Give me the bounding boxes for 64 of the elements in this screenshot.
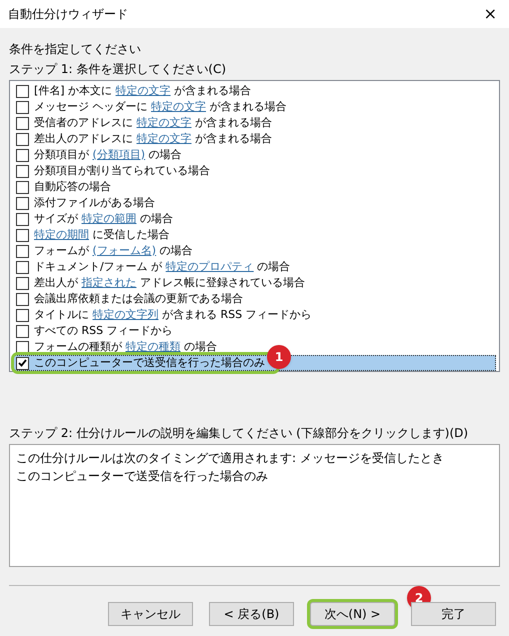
condition-text[interactable]: このコンピューターで送受信を行った場合のみ <box>34 354 265 372</box>
condition-row[interactable]: サイズが 特定の範囲 の場合 <box>13 211 496 227</box>
condition-text[interactable]: 差出人のアドレスに 特定の文字 が含まれる場合 <box>34 130 272 148</box>
condition-text[interactable]: 添付ファイルがある場合 <box>34 194 155 212</box>
condition-text[interactable]: [件名] か本文に 特定の文字 が含まれる場合 <box>34 82 252 100</box>
condition-row[interactable]: 受信者のアドレスに 特定の文字 が含まれる場合 <box>13 115 496 131</box>
checkbox[interactable] <box>16 100 29 114</box>
check-icon <box>18 359 27 367</box>
condition-row[interactable]: 自動応答の場合 <box>13 179 496 195</box>
condition-text[interactable]: 分類項目が (分類項目) の場合 <box>34 146 182 164</box>
condition-row[interactable]: タイトルに 特定の文字列 が含まれる RSS フィードから <box>13 307 496 323</box>
condition-row[interactable]: すべての RSS フィードから <box>13 323 496 339</box>
heading: 条件を指定してください <box>9 41 142 58</box>
condition-text[interactable]: フォームの種類が 特定の種類 の場合 <box>34 338 217 356</box>
condition-text[interactable]: 自動応答の場合 <box>34 178 111 196</box>
checkbox[interactable] <box>16 196 29 210</box>
condition-row[interactable]: 分類項目が割り当てられている場合 <box>13 163 496 179</box>
dialog-button[interactable]: < 戻る(B) <box>209 602 294 626</box>
description-line: このコンピューターで送受信を行った場合のみ <box>16 468 269 485</box>
checkbox[interactable] <box>16 132 29 146</box>
checkbox[interactable] <box>16 324 29 338</box>
condition-text[interactable]: タイトルに 特定の文字列 が含まれる RSS フィードから <box>34 306 312 324</box>
condition-row[interactable]: メッセージ ヘッダーに 特定の文字 が含まれる場合 <box>13 99 496 115</box>
condition-row[interactable]: 特定の期間 に受信した場合 <box>13 227 496 243</box>
checkbox[interactable] <box>16 292 29 306</box>
condition-row[interactable]: フォームが (フォーム名) の場合 <box>13 243 496 259</box>
dialog-button[interactable]: キャンセル <box>108 602 193 626</box>
condition-row[interactable]: ドキュメント/フォーム が 特定のプロパティ の場合 <box>13 259 496 275</box>
condition-row[interactable]: 差出人のアドレスに 特定の文字 が含まれる場合 <box>13 131 496 147</box>
step-label: ステップ 2: 仕分けルールの説明を編集してください (下線部分をクリックします)(D) <box>9 425 470 442</box>
dialog-button[interactable]: 完了 <box>411 602 496 626</box>
checkbox[interactable] <box>16 148 29 162</box>
condition-text[interactable]: メッセージ ヘッダーに 特定の文字 が含まれる場合 <box>34 98 286 116</box>
checkbox[interactable] <box>16 340 29 354</box>
condition-text[interactable]: サイズが 特定の範囲 の場合 <box>34 210 173 228</box>
condition-text[interactable]: 特定の期間 に受信した場合 <box>34 226 170 244</box>
condition-row[interactable]: 添付ファイルがある場合 <box>13 195 496 211</box>
dialog-button[interactable]: 次へ(N) > <box>310 602 395 626</box>
checkbox[interactable] <box>16 276 29 290</box>
condition-row[interactable]: [件名] か本文に 特定の文字 が含まれる場合 <box>13 83 496 99</box>
checkbox[interactable] <box>16 260 29 274</box>
checkbox[interactable] <box>16 164 29 178</box>
checkbox[interactable] <box>16 244 29 258</box>
condition-row[interactable]: 会議出席依頼または会議の更新である場合 <box>13 291 496 307</box>
description-line: この仕分けルールは次のタイミングで適用されます: メッセージを受信したとき <box>16 450 445 467</box>
checkbox[interactable] <box>16 84 29 98</box>
condition-text[interactable]: 会議出席依頼または会議の更新である場合 <box>34 290 243 308</box>
checkbox[interactable] <box>16 356 29 370</box>
condition-text[interactable]: 受信者のアドレスに 特定の文字 が含まれる場合 <box>34 114 272 132</box>
condition-row[interactable]: 分類項目が (分類項目) の場合 <box>13 147 496 163</box>
checkbox[interactable] <box>16 180 29 194</box>
condition-text[interactable]: すべての RSS フィードから <box>34 322 173 340</box>
checkbox[interactable] <box>16 308 29 322</box>
close-button[interactable]: × <box>482 6 499 22</box>
condition-row[interactable]: 差出人が 指定された アドレス帳に登録されている場合 <box>13 275 496 291</box>
condition-text[interactable]: 分類項目が割り当てられている場合 <box>34 162 210 180</box>
checkbox[interactable] <box>16 228 29 242</box>
condition-text[interactable]: フォームが (フォーム名) の場合 <box>34 242 193 260</box>
checkbox[interactable] <box>16 212 29 226</box>
checkbox[interactable] <box>16 116 29 130</box>
step-label: ステップ 1: 条件を選択してください(C) <box>9 61 228 78</box>
condition-text[interactable]: 差出人が 指定された アドレス帳に登録されている場合 <box>34 274 305 292</box>
window-title: 自動仕分けウィザード <box>8 6 128 23</box>
condition-text[interactable]: ドキュメント/フォーム が 特定のプロパティ の場合 <box>34 258 290 276</box>
